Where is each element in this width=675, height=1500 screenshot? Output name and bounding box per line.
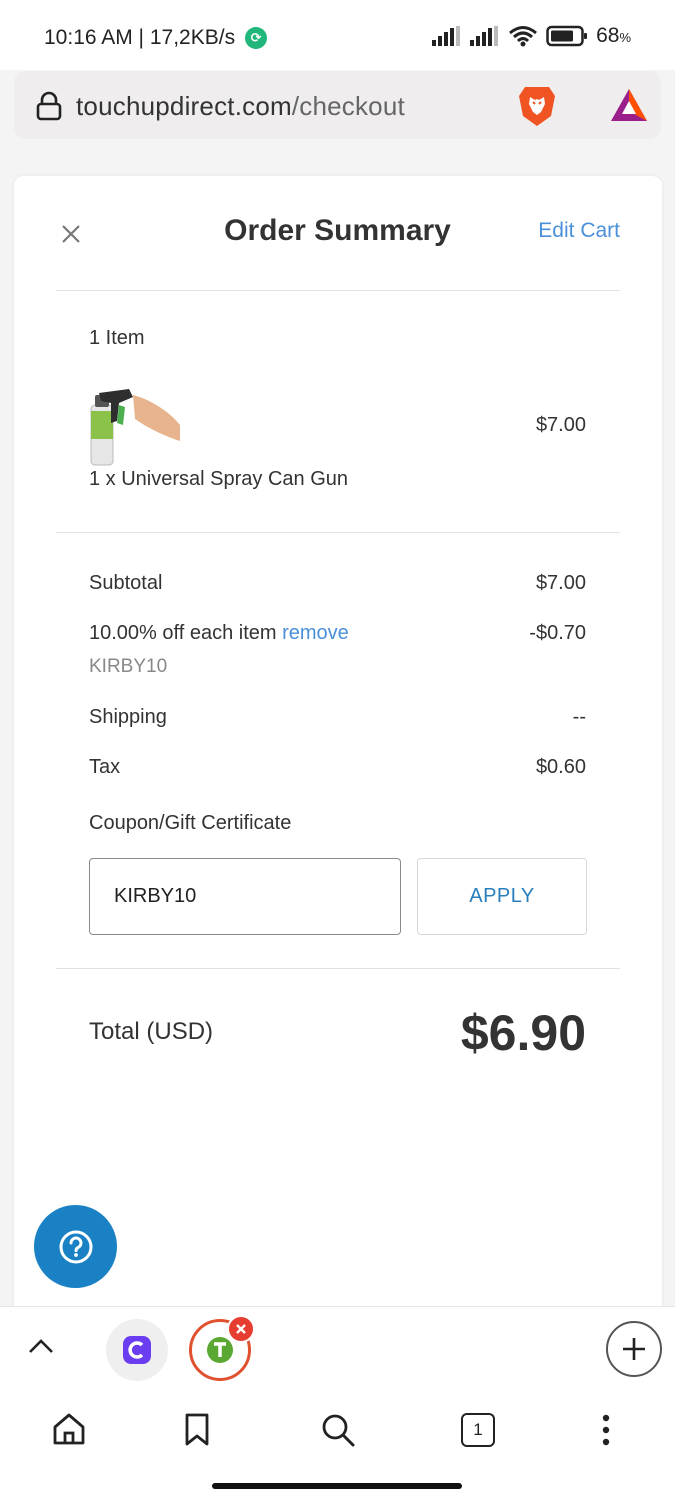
discount-code: KIRBY10 — [89, 656, 168, 677]
divider — [56, 968, 620, 969]
gesture-bar — [0, 1474, 675, 1500]
battery-percentage: 68% — [596, 24, 631, 47]
status-icons: 68% — [432, 24, 631, 48]
menu-icon[interactable] — [598, 1412, 614, 1448]
item-count: 1 Item — [89, 327, 145, 349]
edit-cart-link[interactable]: Edit Cart — [538, 219, 620, 243]
chevron-up-icon[interactable] — [28, 1337, 54, 1355]
signal-icon-2 — [470, 26, 499, 46]
status-time: 10:16 AM | 17,2KB/s ⟳ — [44, 26, 268, 50]
url-host: touchupdirect.com — [76, 91, 292, 121]
signal-icon — [432, 26, 461, 46]
battery-icon — [546, 25, 588, 47]
tabs-count-button[interactable]: 1 — [461, 1413, 495, 1447]
subtotal-value: $7.00 — [535, 572, 586, 594]
item-name: 1 x Universal Spray Can Gun — [89, 468, 349, 490]
apply-coupon-button[interactable]: APPLY — [417, 858, 587, 935]
wifi-icon — [509, 26, 538, 47]
rewards-triangle-icon[interactable] — [609, 87, 649, 123]
tab-strip — [0, 1306, 675, 1392]
discount-line: 10.00% off each item remove — [89, 622, 349, 645]
discount-label: 10.00% off each item — [89, 622, 277, 644]
search-icon[interactable] — [320, 1412, 356, 1448]
app-c-icon — [123, 1336, 151, 1364]
tax-value: $0.60 — [535, 756, 586, 778]
divider — [56, 290, 620, 291]
status-time-text: 10:16 AM | 17,2KB/s — [44, 26, 236, 49]
plus-icon — [623, 1338, 645, 1360]
total-value: $6.90 — [460, 1005, 586, 1061]
tax-label: Tax — [89, 756, 121, 778]
remove-discount-link[interactable]: remove — [282, 622, 349, 644]
home-indicator[interactable] — [212, 1483, 462, 1489]
status-bar: 10:16 AM | 17,2KB/s ⟳ 68% — [0, 0, 675, 70]
tab-favicon[interactable] — [106, 1319, 168, 1381]
new-tab-button[interactable] — [606, 1321, 662, 1377]
spray-can-gun-image — [90, 389, 180, 466]
bookmark-icon[interactable] — [183, 1412, 211, 1448]
url-text[interactable]: touchupdirect.com/checkout — [76, 91, 405, 122]
help-button[interactable] — [34, 1205, 117, 1288]
coupon-label: Coupon/Gift Certificate — [89, 812, 292, 834]
discount-value: -$0.70 — [529, 622, 586, 644]
browser-nav-bar: 1 — [0, 1392, 675, 1474]
total-label: Total (USD) — [89, 1018, 214, 1045]
url-path: /checkout — [291, 91, 405, 121]
address-bar[interactable]: touchupdirect.com/checkout — [14, 71, 661, 139]
subtotal-label: Subtotal — [89, 572, 163, 594]
shipping-value: -- — [572, 706, 586, 728]
coupon-input[interactable] — [89, 858, 401, 935]
help-icon — [59, 1230, 92, 1263]
brave-shields-icon[interactable] — [517, 84, 557, 128]
shipping-label: Shipping — [89, 706, 167, 728]
home-icon[interactable] — [52, 1412, 86, 1446]
item-price: $7.00 — [535, 414, 586, 436]
lock-icon[interactable] — [36, 91, 62, 121]
divider — [56, 532, 620, 533]
touchup-logo-icon — [207, 1337, 233, 1363]
tab-close-button[interactable] — [227, 1315, 255, 1343]
data-saver-icon: ⟳ — [245, 27, 268, 49]
close-icon — [236, 1324, 246, 1334]
